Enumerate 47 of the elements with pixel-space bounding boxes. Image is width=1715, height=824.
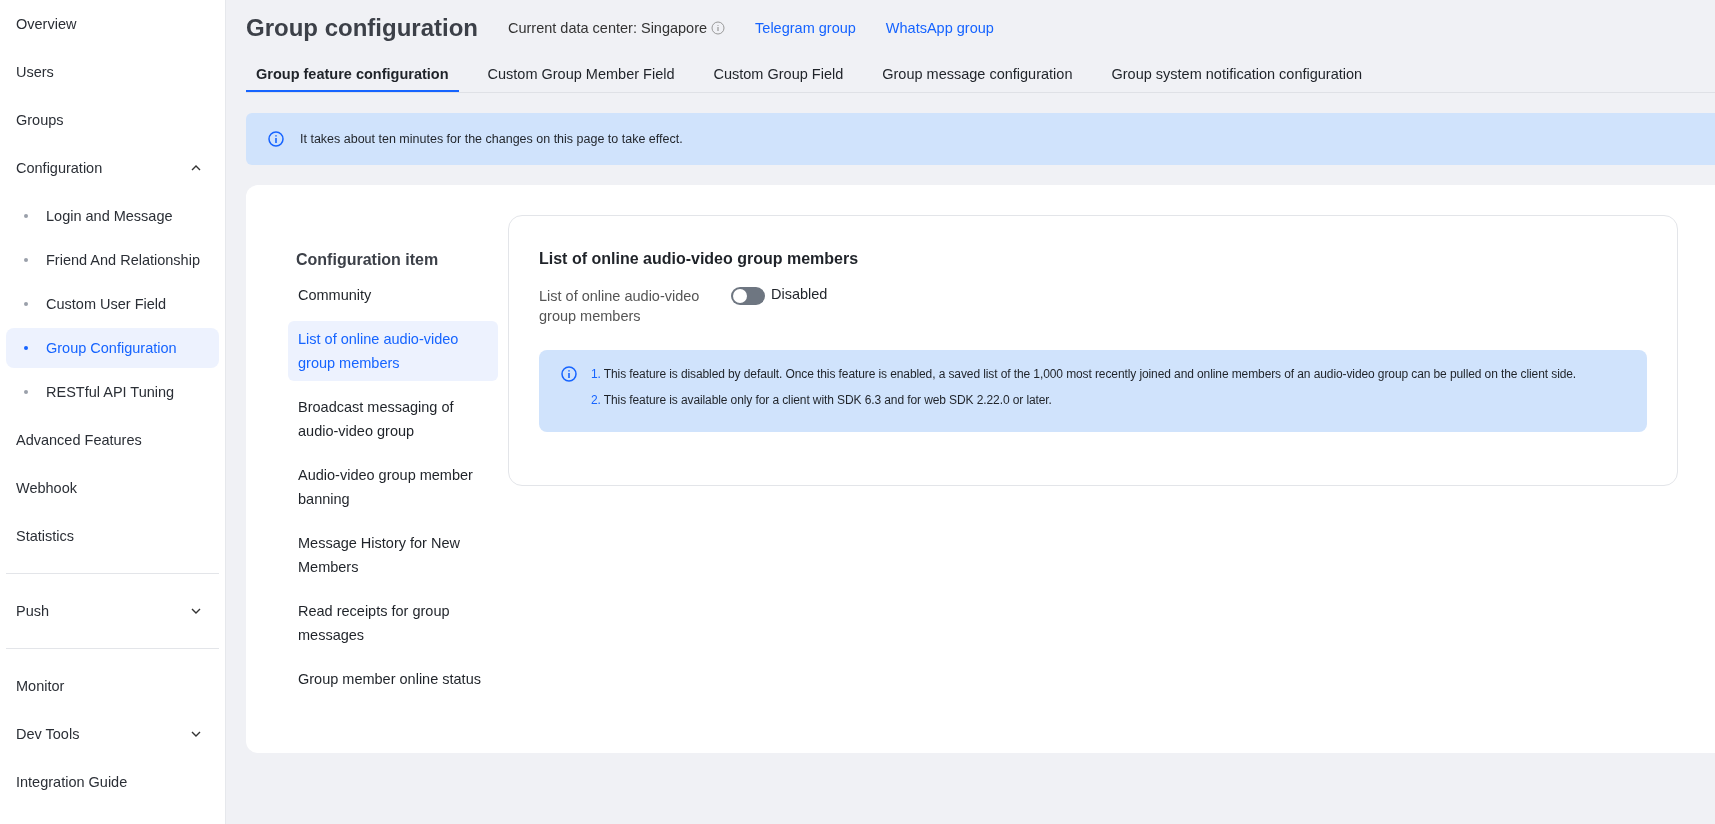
data-center-label: Current data center: Singapore — [508, 20, 708, 36]
tab[interactable]: Group message configuration — [872, 56, 1083, 92]
nav-subitem[interactable]: RESTful API Tuning — [6, 372, 219, 412]
info-icon — [268, 131, 284, 147]
config-item[interactable]: Broadcast messaging of audio-video group — [288, 389, 498, 449]
panel-title: List of online audio-video group members — [539, 250, 860, 268]
nav-item[interactable]: Configuration — [6, 144, 219, 192]
group-link[interactable]: WhatsApp group — [885, 20, 994, 36]
note-number: 2. — [591, 392, 601, 408]
nav-item[interactable]: Groups — [6, 96, 219, 144]
chevron-icon — [191, 731, 201, 737]
nav-subitem[interactable]: Custom User Field — [6, 284, 219, 324]
nav-subitem[interactable]: Group Configuration — [6, 328, 219, 368]
note-text: This feature is disabled by default. Once this feature is enabled, a saved list of the 1,000 most recently joined and online members of an audio-video group can be pulled on the client side. — [603, 366, 1577, 382]
config-item[interactable]: Group member online status — [288, 661, 498, 697]
nav-item[interactable]: Dev Tools — [6, 710, 219, 758]
nav-item[interactable]: Integration Guide — [6, 758, 219, 806]
config-item[interactable]: List of online audio-video group members — [288, 321, 498, 381]
info-icon — [561, 366, 577, 382]
config-item[interactable]: Community — [288, 277, 498, 313]
chevron-icon — [191, 165, 201, 171]
notice-text: It takes about ten minutes for the changes on this page to take effect. — [300, 132, 683, 146]
tab[interactable]: Group system notification configuration — [1101, 56, 1373, 92]
nav-item[interactable]: Overview — [6, 0, 219, 48]
note-text: This feature is available only for a client with SDK 6.3 and for web SDK 2.22.0 or later. — [603, 392, 1052, 408]
group-link[interactable]: Telegram group — [755, 20, 856, 36]
nav-item[interactable]: Monitor — [6, 662, 219, 710]
chevron-icon — [191, 608, 201, 614]
toggle-switch[interactable] — [731, 287, 765, 305]
nav-item[interactable]: Advanced Features — [6, 416, 219, 464]
nav-item[interactable]: Push — [6, 587, 219, 635]
note-number: 1. — [591, 366, 601, 382]
config-item[interactable]: Read receipts for group messages — [288, 593, 498, 653]
page-title: Group configuration — [246, 14, 478, 42]
nav-item[interactable]: Statistics — [6, 512, 219, 560]
config-list-title: Configuration item — [296, 251, 440, 269]
nav-item[interactable]: Webhook — [6, 464, 219, 512]
nav-subitem[interactable]: Friend And Relationship — [6, 240, 219, 280]
setting-label: List of online audio-video group members — [539, 287, 701, 326]
toggle-status: Disabled — [771, 286, 828, 302]
tab[interactable]: Custom Group Member Field — [477, 56, 685, 92]
tab[interactable]: Group feature configuration — [246, 56, 459, 92]
nav-item[interactable]: Users — [6, 48, 219, 96]
config-item[interactable]: Audio-video group member banning — [288, 457, 498, 517]
nav-subitem[interactable]: Login and Message — [6, 196, 219, 236]
config-item[interactable]: Message History for New Members — [288, 525, 498, 585]
tab[interactable]: Custom Group Field — [703, 56, 854, 92]
